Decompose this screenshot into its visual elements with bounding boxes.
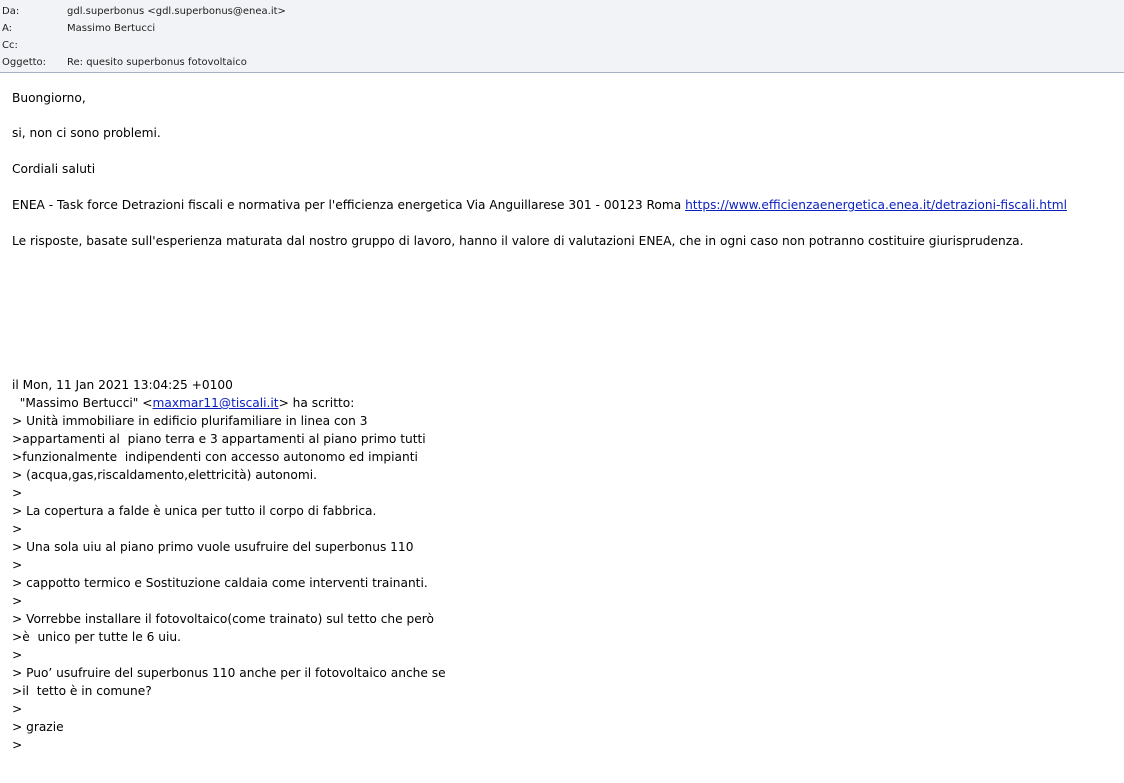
quoted-line: > [12, 738, 23, 752]
quoted-line: >funzionalmente indipendenti con accesso… [12, 450, 418, 464]
quoted-line: > Unità immobiliare in edificio plurifam… [12, 414, 368, 428]
quoted-line: > [12, 648, 23, 662]
subject-label: Oggetto: [2, 57, 47, 68]
quoted-author-suffix: > ha scritto: [278, 396, 355, 410]
quoted-author-line: "Massimo Bertucci" <maxmar11@tiscali.it>… [12, 394, 355, 412]
quoted-line: > [12, 702, 23, 716]
quoted-line: > Vorrebbe installare il fotovoltaico(co… [12, 612, 434, 626]
signature: ENEA - Task force Detrazioni fiscali e n… [12, 196, 1067, 214]
email-header: Da: gdl.superbonus <gdl.superbonus@enea.… [0, 0, 1124, 73]
quoted-line: >il tetto è in comune? [12, 684, 152, 698]
quoted-date-line: il Mon, 11 Jan 2021 13:04:25 +0100 [12, 378, 233, 392]
from-value[interactable]: gdl.superbonus <gdl.superbonus@enea.it> [67, 4, 286, 20]
quoted-author-prefix: "Massimo Bertucci" < [12, 396, 153, 410]
quoted-line: > [12, 486, 23, 500]
greeting: Buongiorno, [12, 91, 86, 105]
quoted-line: > [12, 522, 23, 536]
answer: si, non ci sono problemi. [12, 126, 161, 140]
quoted-line: > grazie [12, 720, 64, 734]
signature-text: ENEA - Task force Detrazioni fiscali e n… [12, 198, 686, 212]
quoted-line: > La copertura a falde è unica per tutto… [12, 504, 377, 518]
to-value[interactable]: Massimo Bertucci [67, 21, 155, 37]
quoted-line: >è unico per tutte le 6 uiu. [12, 630, 181, 644]
quoted-line: > Puo’ usufruire del superbonus 110 anch… [12, 666, 446, 680]
disclaimer: Le risposte, basate sull'esperienza matu… [12, 234, 1024, 248]
cc-label: Cc: [2, 40, 18, 51]
quoted-line: > Una sola uiu al piano primo vuole usuf… [12, 540, 414, 554]
closing: Cordiali saluti [12, 162, 96, 176]
quoted-line: > (acqua,gas,riscaldamento,elettricità) … [12, 468, 317, 482]
quoted-author-email[interactable]: maxmar11@tiscali.it [152, 396, 278, 410]
quoted-line: >appartamenti al piano terra e 3 apparta… [12, 432, 426, 446]
from-label: Da: [2, 6, 20, 17]
subject-value: Re: quesito superbonus fotovoltaico [67, 57, 247, 68]
to-label: A: [2, 23, 13, 34]
quoted-line: > cappotto termico e Sostituzione caldai… [12, 576, 428, 590]
quoted-line: > [12, 558, 23, 572]
quoted-line: > [12, 594, 23, 608]
signature-link[interactable]: https://www.efficienzaenergetica.enea.it… [685, 198, 1067, 212]
